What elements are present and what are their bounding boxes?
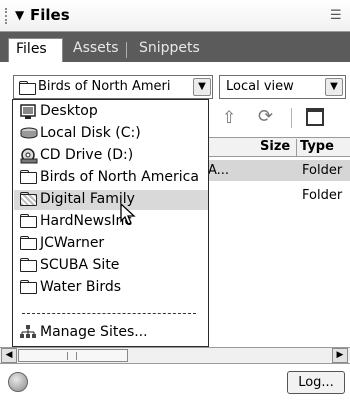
dropdown-item-local-disk[interactable]: Local Disk (C:) [14, 124, 208, 144]
dropdown-item-scuba-site[interactable]: SCUBA Site [14, 256, 208, 276]
triangle-down-icon[interactable]: ▼ [15, 8, 24, 22]
panel-title[interactable]: Files [30, 6, 70, 24]
dropdown-item-cd-drive[interactable]: CD Drive (D:) [14, 146, 208, 166]
dropdown-item-label: SCUBA Site [40, 257, 120, 273]
tab-assets[interactable]: Assets [66, 38, 126, 62]
tab-divider [126, 42, 127, 58]
dropdown-item-label: Birds of North America [40, 169, 199, 185]
dropdown-item-label: Desktop [40, 103, 98, 119]
panel-options-icon[interactable]: ☰ [330, 8, 342, 23]
chevron-down-icon[interactable]: ▼ [325, 78, 343, 96]
log-button[interactable]: Log... [287, 371, 345, 394]
dropdown-item-water-birds[interactable]: Water Birds [14, 278, 208, 298]
column-divider[interactable] [296, 139, 297, 156]
chevron-down-icon[interactable]: ▼ [193, 78, 211, 96]
view-select-value: Local view [226, 79, 294, 94]
site-dropdown-list: Desktop Local Disk (C:) CD Drive (D:) Bi… [12, 99, 209, 347]
folder-icon [20, 236, 37, 250]
refresh-icon[interactable]: ⟳ [258, 106, 273, 127]
view-select[interactable]: Local view ▼ [219, 75, 346, 99]
column-header-type[interactable]: Type [300, 139, 334, 154]
dropdown-item-label: Water Birds [40, 279, 122, 295]
connection-status-icon[interactable] [8, 372, 28, 392]
tab-snippets[interactable]: Snippets [132, 38, 207, 62]
put-up-arrow-icon[interactable]: ⇧ [222, 108, 236, 128]
folder-icon [20, 258, 37, 272]
expand-window-icon[interactable] [306, 108, 324, 126]
dropdown-item-label: CD Drive (D:) [40, 147, 134, 163]
desktop-icon [20, 104, 36, 124]
dropdown-item-desktop[interactable]: Desktop [14, 102, 208, 122]
dropdown-separator [22, 313, 196, 314]
row-type: Folder [302, 188, 343, 203]
row-name: A... [208, 163, 230, 178]
site-select-value: Birds of North Ameri [38, 79, 171, 94]
scrollbar-thumb[interactable] [18, 349, 128, 362]
toolbar-divider [291, 108, 292, 128]
dropdown-item-digital-family[interactable]: Digital Family [14, 190, 208, 210]
mouse-cursor-icon [120, 202, 136, 231]
dropdown-item-manage-sites[interactable]: Manage Sites... [14, 323, 208, 343]
dropdown-item-label: Manage Sites... [40, 324, 148, 340]
dropdown-item-label: JCWarner [40, 235, 105, 251]
dropdown-item-jcwarner[interactable]: JCWarner [14, 234, 208, 254]
hard-disk-icon [20, 126, 38, 144]
folder-icon [20, 214, 37, 228]
scroll-right-icon[interactable]: ▶ [332, 348, 348, 363]
scrollbar-grip [67, 352, 77, 360]
tab-files[interactable]: Files [8, 38, 63, 62]
tab-bar: Files Assets Snippets [0, 32, 350, 62]
dropdown-item-label: HardNewsInc [40, 213, 133, 229]
folder-icon [20, 192, 37, 206]
cd-drive-icon [20, 148, 38, 168]
panel-grip-handle[interactable] [5, 8, 11, 24]
site-select[interactable]: Birds of North Ameri ▼ [13, 75, 213, 99]
scroll-left-icon[interactable]: ◀ [1, 348, 17, 363]
row-type: Folder [302, 163, 343, 178]
dropdown-item-birds-of-north-america[interactable]: Birds of North America [14, 168, 208, 188]
site-hierarchy-icon [20, 325, 36, 343]
folder-icon [20, 170, 37, 184]
dropdown-item-label: Local Disk (C:) [40, 125, 141, 141]
dropdown-item-hardnewsinc[interactable]: HardNewsInc [14, 212, 208, 232]
folder-icon [20, 280, 37, 294]
folder-icon [19, 81, 36, 95]
column-header-size[interactable]: Size [260, 139, 290, 154]
